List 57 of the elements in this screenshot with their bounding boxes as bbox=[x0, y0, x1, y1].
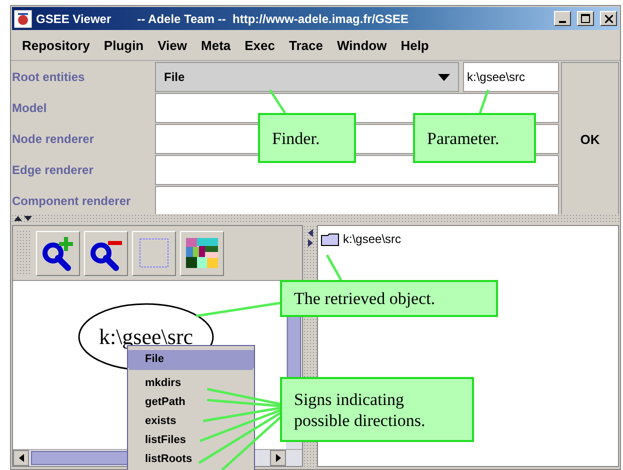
field-label: Edge renderer bbox=[12, 163, 94, 177]
minimize-icon bbox=[559, 20, 566, 22]
callout-tooltip: Finder. bbox=[258, 113, 356, 163]
menu-item[interactable]: Repository bbox=[15, 38, 97, 53]
collapse-down-icon bbox=[24, 216, 32, 221]
close-button[interactable] bbox=[600, 11, 617, 26]
scroll-left-button[interactable] bbox=[13, 450, 29, 466]
field-label: Component renderer bbox=[12, 194, 132, 208]
collapse-right-icon bbox=[308, 239, 312, 247]
callout-tooltip: Signs indicating possible directions. bbox=[280, 377, 474, 442]
menu-item[interactable]: mkdirs bbox=[128, 373, 254, 392]
menu-header[interactable]: File bbox=[128, 350, 254, 368]
maximize-icon bbox=[581, 14, 590, 23]
zoom-in-icon bbox=[40, 235, 76, 271]
window-title: GSEE Viewer bbox=[36, 12, 112, 26]
close-icon bbox=[604, 14, 612, 22]
scroll-right-button[interactable] bbox=[270, 450, 286, 466]
toolbar-button[interactable] bbox=[180, 230, 224, 276]
leader-line bbox=[478, 90, 490, 114]
menu-item[interactable]: Meta bbox=[194, 38, 238, 53]
collapse-up-icon bbox=[14, 216, 22, 221]
field-label: Root entities bbox=[12, 70, 86, 84]
menu-item[interactable]: Plugin bbox=[96, 38, 151, 53]
menu-item[interactable]: View bbox=[150, 38, 194, 53]
menu-item[interactable]: listFiles bbox=[128, 430, 254, 449]
layout-icon bbox=[186, 238, 218, 268]
menu-item[interactable]: Trace bbox=[282, 38, 330, 53]
menu-item[interactable]: listRoots bbox=[128, 449, 254, 468]
callout-tooltip: Parameter. bbox=[413, 113, 536, 163]
tree-item[interactable]: k:\gsee\src bbox=[343, 232, 402, 246]
menu-item[interactable]: getPath bbox=[128, 392, 254, 411]
menu-item[interactable]: Window bbox=[330, 38, 394, 53]
finder-dropdown[interactable]: File bbox=[155, 62, 459, 92]
left-arrow-icon bbox=[18, 454, 24, 462]
menu-item[interactable]: Exec bbox=[238, 38, 282, 53]
ok-button[interactable]: OK bbox=[561, 62, 619, 216]
window-subtitle: -- Adele Team -- http://www-adele.imag.fr/GSEE bbox=[137, 12, 410, 26]
parameter-field[interactable]: k:\gsee\src bbox=[463, 62, 559, 92]
field-label: Node renderer bbox=[12, 132, 96, 146]
leader-line bbox=[326, 254, 342, 281]
menu-item[interactable]: Help bbox=[394, 38, 436, 53]
toolbar-button[interactable] bbox=[84, 230, 128, 276]
input-field[interactable] bbox=[155, 186, 559, 216]
callout-tooltip: The retrieved object. bbox=[280, 280, 498, 317]
minimize-button[interactable] bbox=[554, 11, 571, 26]
app-icon bbox=[14, 10, 32, 28]
dropdown-arrow-icon bbox=[438, 74, 450, 80]
collapse-left-icon bbox=[308, 229, 312, 237]
selection-icon bbox=[139, 238, 169, 268]
menu-item[interactable]: exists bbox=[128, 411, 254, 430]
toolbar-button[interactable] bbox=[36, 230, 80, 276]
folder-icon bbox=[321, 232, 339, 246]
right-arrow-icon bbox=[276, 454, 280, 462]
leader-line bbox=[268, 89, 286, 114]
maximize-button[interactable] bbox=[577, 11, 594, 26]
node-label: k:\gsee\src bbox=[98, 324, 194, 349]
field-label: Model bbox=[12, 101, 48, 115]
